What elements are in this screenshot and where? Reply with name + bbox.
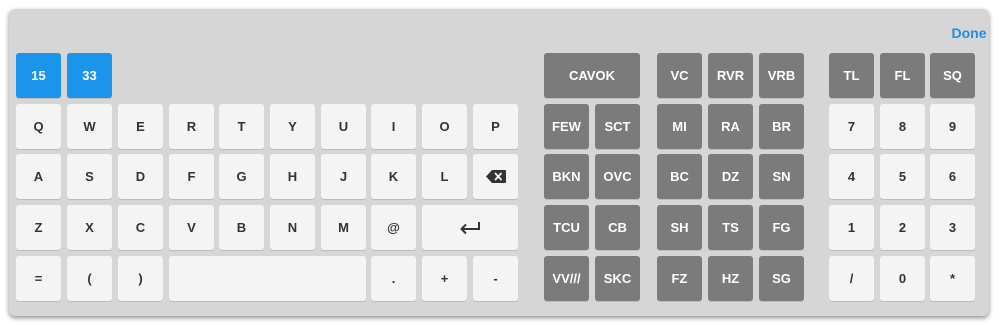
key-p[interactable]: P (473, 104, 518, 149)
key-c[interactable]: C (118, 205, 163, 250)
key-n[interactable]: N (270, 205, 315, 250)
key-v[interactable]: V (169, 205, 214, 250)
key-sh[interactable]: SH (657, 205, 702, 250)
key-a[interactable]: A (16, 154, 61, 199)
space-key[interactable] (169, 256, 366, 301)
key-j[interactable]: J (321, 154, 366, 199)
keyboard-panel: Done 15 33 Q W E R T Y U I O P A S D F G… (9, 9, 989, 316)
key-sg[interactable]: SG (759, 256, 804, 301)
key-vv[interactable]: VV/// (544, 256, 589, 301)
key-fz[interactable]: FZ (657, 256, 702, 301)
key-period[interactable]: . (371, 256, 416, 301)
key-ovc[interactable]: OVC (595, 154, 640, 199)
backspace-icon (485, 170, 506, 183)
key-vc[interactable]: VC (657, 53, 702, 98)
key-t[interactable]: T (219, 104, 264, 149)
key-x[interactable]: X (67, 205, 112, 250)
key-vrb[interactable]: VRB (759, 53, 804, 98)
key-minus[interactable]: - (473, 256, 518, 301)
key-sn[interactable]: SN (759, 154, 804, 199)
key-l[interactable]: L (422, 154, 467, 199)
key-few[interactable]: FEW (544, 104, 589, 149)
key-mi[interactable]: MI (657, 104, 702, 149)
key-4[interactable]: 4 (829, 154, 874, 199)
key-r[interactable]: R (169, 104, 214, 149)
key-f[interactable]: F (169, 154, 214, 199)
key-g[interactable]: G (219, 154, 264, 199)
key-bc[interactable]: BC (657, 154, 702, 199)
key-1[interactable]: 1 (829, 205, 874, 250)
key-open-paren[interactable]: ( (67, 256, 112, 301)
key-dz[interactable]: DZ (708, 154, 753, 199)
key-h[interactable]: H (270, 154, 315, 199)
key-tcu[interactable]: TCU (544, 205, 589, 250)
key-q[interactable]: Q (16, 104, 61, 149)
key-asterisk[interactable]: * (930, 256, 975, 301)
key-slash[interactable]: / (829, 256, 874, 301)
selected-value-15[interactable]: 15 (16, 53, 61, 98)
key-at[interactable]: @ (371, 205, 416, 250)
enter-button[interactable] (422, 205, 518, 250)
key-sct[interactable]: SCT (595, 104, 640, 149)
done-button[interactable]: Done (947, 23, 991, 43)
key-cb[interactable]: CB (595, 205, 640, 250)
key-7[interactable]: 7 (829, 104, 874, 149)
key-e[interactable]: E (118, 104, 163, 149)
key-s[interactable]: S (67, 154, 112, 199)
selected-value-33[interactable]: 33 (67, 53, 112, 98)
key-sq[interactable]: SQ (930, 53, 975, 98)
key-close-paren[interactable]: ) (118, 256, 163, 301)
key-equals[interactable]: = (16, 256, 61, 301)
key-i[interactable]: I (371, 104, 416, 149)
key-3[interactable]: 3 (930, 205, 975, 250)
key-b[interactable]: B (219, 205, 264, 250)
key-fg[interactable]: FG (759, 205, 804, 250)
key-y[interactable]: Y (270, 104, 315, 149)
backspace-button[interactable] (473, 154, 518, 199)
key-2[interactable]: 2 (880, 205, 925, 250)
enter-icon (460, 221, 480, 234)
key-8[interactable]: 8 (880, 104, 925, 149)
key-d[interactable]: D (118, 154, 163, 199)
key-bkn[interactable]: BKN (544, 154, 589, 199)
key-skc[interactable]: SKC (595, 256, 640, 301)
key-o[interactable]: O (422, 104, 467, 149)
key-0[interactable]: 0 (880, 256, 925, 301)
key-cavok[interactable]: CAVOK (544, 53, 640, 98)
key-9[interactable]: 9 (930, 104, 975, 149)
key-6[interactable]: 6 (930, 154, 975, 199)
key-ra[interactable]: RA (708, 104, 753, 149)
key-5[interactable]: 5 (880, 154, 925, 199)
key-br[interactable]: BR (759, 104, 804, 149)
key-w[interactable]: W (67, 104, 112, 149)
key-hz[interactable]: HZ (708, 256, 753, 301)
key-m[interactable]: M (321, 205, 366, 250)
key-tl[interactable]: TL (829, 53, 874, 98)
key-rvr[interactable]: RVR (708, 53, 753, 98)
key-z[interactable]: Z (16, 205, 61, 250)
key-plus[interactable]: + (422, 256, 467, 301)
key-fl[interactable]: FL (880, 53, 925, 98)
key-ts[interactable]: TS (708, 205, 753, 250)
key-u[interactable]: U (321, 104, 366, 149)
key-k[interactable]: K (371, 154, 416, 199)
